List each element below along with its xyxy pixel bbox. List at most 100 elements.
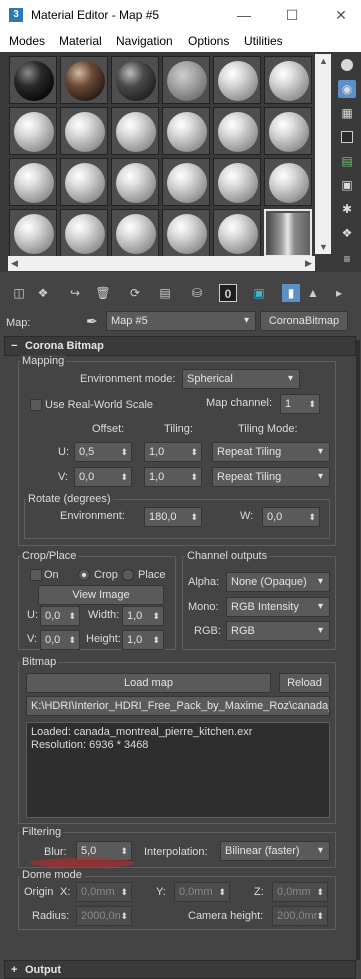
bitmap-path-field[interactable]: K:\HDRI\Interior_HDRI_Free_Pack_by_Maxim… — [26, 696, 330, 716]
corona-bitmap-rollout-header[interactable]: − Corona Bitmap — [4, 336, 356, 356]
place-radio[interactable] — [122, 569, 134, 581]
scroll-up-icon[interactable]: ▲ — [319, 56, 328, 66]
radius-spinner[interactable]: 2000,0n — [76, 906, 132, 926]
material-slot[interactable] — [213, 107, 261, 155]
material-id-channel-icon[interactable]: ⛁ — [188, 284, 206, 302]
v-offset-spinner[interactable]: 0,0 — [74, 467, 132, 487]
material-slot[interactable] — [162, 107, 210, 155]
u-offset-spinner[interactable]: 0,5 — [74, 442, 132, 462]
material-slot[interactable] — [60, 209, 108, 257]
info-resolution-text: Resolution: 6936 * 3468 — [31, 739, 149, 751]
options-icon[interactable]: ✱ — [338, 200, 356, 218]
scroll-right-icon[interactable]: ▶ — [305, 258, 312, 269]
reload-button[interactable]: Reload — [279, 673, 330, 693]
material-slot[interactable] — [162, 209, 210, 257]
sample-type-sphere-icon[interactable] — [338, 56, 356, 74]
put-to-library-icon[interactable]: ▤ — [156, 284, 174, 302]
go-forward-to-sibling-icon[interactable]: ▸ — [330, 284, 348, 302]
environment-rotation-spinner[interactable]: 180,0 — [144, 507, 202, 527]
eyedropper-icon[interactable]: ✒ — [86, 313, 98, 330]
mono-dropdown[interactable]: RGB Intensity — [226, 597, 330, 617]
alpha-dropdown[interactable]: None (Opaque) — [226, 572, 330, 592]
get-material-icon[interactable]: ◫ — [10, 284, 28, 302]
real-world-scale-checkbox[interactable] — [30, 399, 42, 411]
delete-icon[interactable]: 🗑 — [94, 284, 112, 302]
material-slot[interactable] — [264, 107, 312, 155]
video-color-check-icon[interactable]: ▤ — [338, 152, 356, 170]
crop-on-checkbox[interactable] — [30, 569, 42, 581]
material-slot[interactable] — [9, 56, 57, 104]
put-to-scene-icon[interactable]: ❖ — [34, 284, 52, 302]
camera-height-spinner[interactable]: 200,0mr — [272, 906, 328, 926]
crop-radio[interactable] — [78, 569, 90, 581]
menu-options[interactable]: Options — [188, 34, 229, 48]
minimize-icon[interactable]: — — [234, 6, 254, 24]
crop-height-spinner[interactable]: 1,0 — [122, 630, 164, 650]
material-slot[interactable] — [9, 209, 57, 257]
menu-material[interactable]: Material — [59, 34, 102, 48]
dome-z-spinner[interactable]: 0,0mm — [272, 882, 328, 902]
make-unique-icon[interactable]: ⟳ — [126, 284, 144, 302]
effects-channel-icon[interactable]: 0 — [219, 284, 237, 302]
material-slot[interactable] — [213, 158, 261, 206]
dome-x-spinner[interactable]: 0,0mm — [76, 882, 132, 902]
menu-navigation[interactable]: Navigation — [116, 34, 173, 48]
w-rotation-spinner[interactable]: 0,0 — [262, 507, 320, 527]
assign-to-selection-icon[interactable]: ↪ — [66, 284, 84, 302]
interpolation-dropdown[interactable]: Bilinear (faster) — [220, 841, 330, 861]
v-tiling-spinner[interactable]: 1,0 — [144, 467, 202, 487]
show-map-in-viewport-icon[interactable]: ▣ — [250, 284, 268, 302]
material-slot[interactable] — [60, 107, 108, 155]
crop-width-spinner[interactable]: 1,0 — [122, 606, 164, 626]
material-slot[interactable] — [9, 158, 57, 206]
v-tiling-mode-dropdown[interactable]: Repeat Tiling — [212, 467, 330, 487]
scroll-left-icon[interactable]: ◀ — [11, 258, 18, 269]
output-rollout-header[interactable]: + Output — [4, 960, 356, 979]
u-tiling-spinner[interactable]: 1,0 — [144, 442, 202, 462]
backlight-icon[interactable]: ◉ — [338, 80, 356, 98]
material-slot[interactable] — [162, 158, 210, 206]
material-slot[interactable] — [111, 158, 159, 206]
select-by-material-icon[interactable]: ❖ — [338, 224, 356, 242]
material-slot[interactable] — [213, 209, 261, 257]
u-tiling-mode-dropdown[interactable]: Repeat Tiling — [212, 442, 330, 462]
background-checker-icon[interactable]: ▦ — [338, 104, 356, 122]
material-slot[interactable] — [60, 56, 108, 104]
dome-y-spinner[interactable]: 0,0mm — [174, 882, 230, 902]
close-icon[interactable]: ✕ — [331, 6, 351, 24]
material-slot[interactable] — [264, 209, 312, 257]
material-slot[interactable] — [111, 107, 159, 155]
go-to-parent-icon[interactable]: ▲ — [304, 284, 322, 302]
material-slot[interactable] — [111, 209, 159, 257]
sample-uv-tiling-icon[interactable] — [338, 128, 356, 146]
map-name-field[interactable]: Map #5 — [106, 311, 256, 331]
dome-x-label: X: — [60, 886, 71, 898]
map-channel-spinner[interactable]: 1 — [280, 394, 320, 414]
material-sphere-preview — [116, 163, 156, 203]
maximize-icon[interactable]: ☐ — [282, 6, 302, 24]
rgb-dropdown[interactable]: RGB — [226, 621, 330, 641]
material-slot[interactable] — [60, 158, 108, 206]
material-slot[interactable] — [162, 56, 210, 104]
material-map-navigator-icon[interactable]: ≡ — [338, 250, 356, 268]
scroll-down-icon[interactable]: ▼ — [319, 242, 328, 252]
slots-horizontal-scrollbar[interactable]: ◀ ▶ — [8, 256, 315, 271]
slots-vertical-scrollbar[interactable]: ▲ ▼ — [315, 54, 331, 254]
material-slot[interactable] — [264, 158, 312, 206]
map-type-button[interactable]: CoronaBitmap — [260, 311, 348, 331]
menu-modes[interactable]: Modes — [9, 34, 45, 48]
make-preview-icon[interactable]: ▣ — [338, 176, 356, 194]
crop-u-spinner[interactable]: 0,0 — [40, 606, 80, 626]
view-image-button[interactable]: View Image — [38, 585, 164, 605]
panel-scrollbar[interactable] — [356, 340, 360, 960]
material-slot[interactable] — [213, 56, 261, 104]
show-end-result-icon[interactable]: ▮ — [282, 284, 300, 302]
env-mode-dropdown[interactable]: Spherical — [182, 369, 300, 389]
menu-utilities[interactable]: Utilities — [244, 34, 283, 48]
material-slot[interactable] — [111, 56, 159, 104]
crop-place-title: Crop/Place — [20, 550, 79, 562]
material-slot[interactable] — [264, 56, 312, 104]
load-map-button[interactable]: Load map — [26, 673, 271, 693]
crop-v-spinner[interactable]: 0,0 — [40, 630, 80, 650]
material-slot[interactable] — [9, 107, 57, 155]
